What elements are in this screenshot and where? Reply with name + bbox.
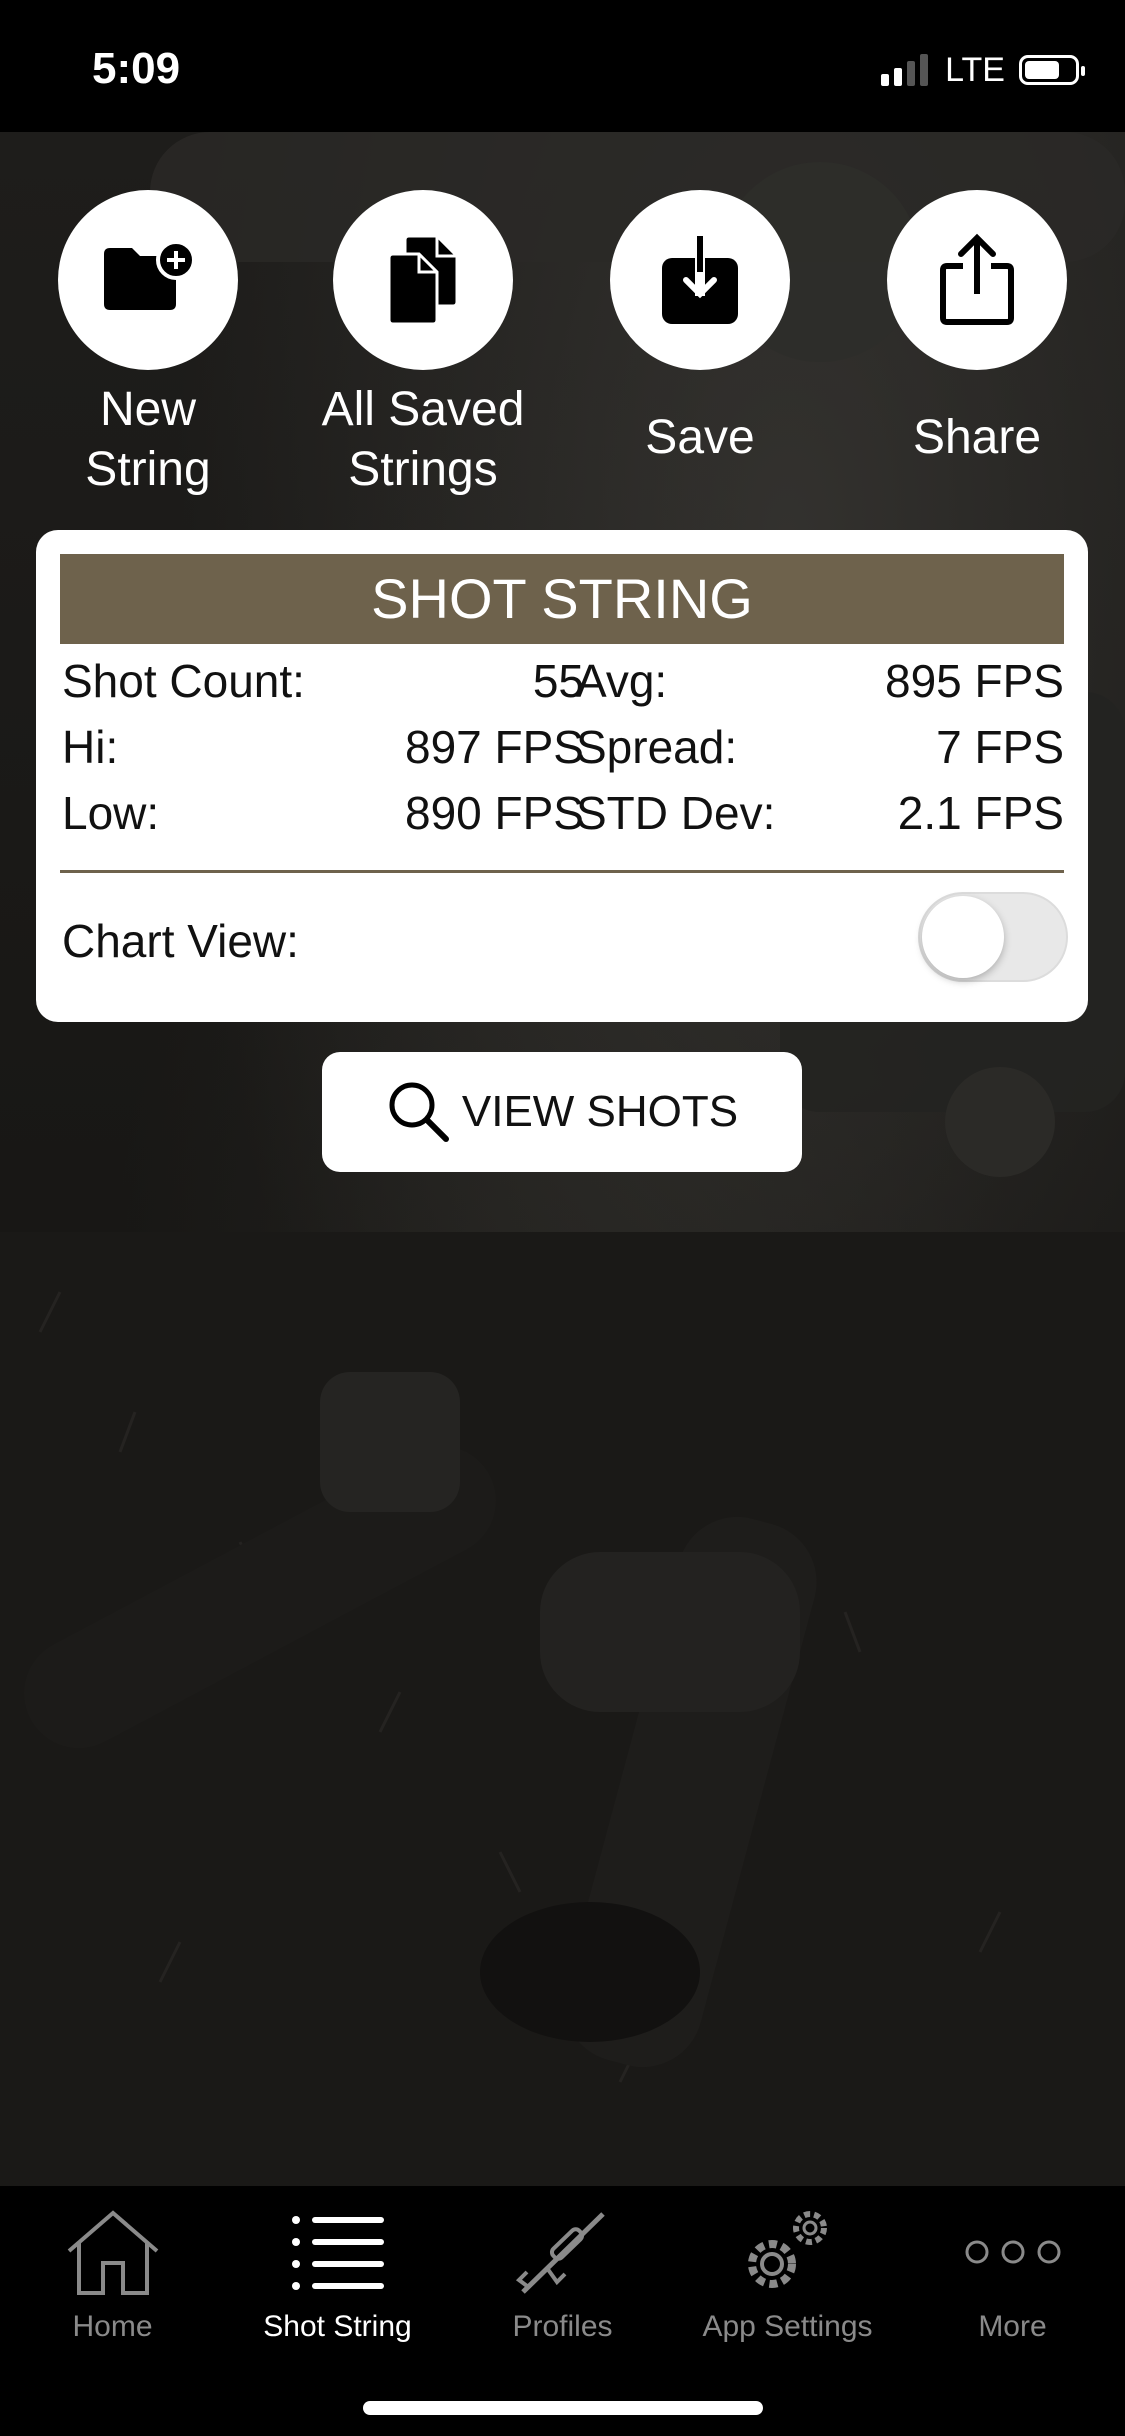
status-bar: 5:09 LTE [0, 0, 1125, 132]
tab-home[interactable]: Home [0, 2186, 225, 2346]
tab-shot-string[interactable]: Shot String [225, 2186, 450, 2346]
all-saved-strings-button[interactable]: All Saved Strings [285, 190, 561, 500]
rifle-icon [450, 2202, 675, 2302]
gears-icon [675, 2202, 900, 2302]
std-dev-value: 2.1 FPS [897, 787, 1064, 839]
hi-label: Hi: [62, 721, 119, 773]
cellular-signal-icon [881, 54, 933, 86]
toggle-knob [922, 896, 1004, 978]
battery-icon [1019, 55, 1085, 85]
network-type: LTE [945, 50, 1005, 89]
home-icon [0, 2202, 225, 2302]
low-label: Low: [62, 787, 160, 839]
avg-label: Avg: [576, 655, 668, 707]
list-icon [225, 2202, 450, 2302]
chart-view-toggle[interactable] [918, 892, 1068, 982]
home-indicator [363, 2401, 763, 2415]
tab-shot-string-label: Shot String [263, 2310, 412, 2343]
hi-value: 897 FPS [405, 721, 584, 773]
new-string-button[interactable]: New String [10, 190, 286, 500]
save-label: Save [645, 411, 755, 464]
share-button[interactable]: Share [839, 190, 1115, 468]
view-shots-label: VIEW SHOTS [461, 1087, 739, 1136]
tab-more-label: More [978, 2310, 1047, 2343]
tab-profiles-label: Profiles [512, 2310, 613, 2343]
chart-view-label: Chart View: [62, 915, 299, 967]
tab-home-label: Home [72, 2310, 153, 2343]
copy-documents-icon [333, 190, 513, 370]
avg-value: 895 FPS [885, 655, 1064, 707]
download-icon [610, 190, 790, 370]
new-string-label: New String [85, 383, 211, 496]
share-label: Share [912, 411, 1042, 464]
status-indicators: LTE [881, 50, 1085, 90]
spread-label: Spread: [576, 721, 738, 773]
tab-app-settings[interactable]: App Settings [675, 2186, 900, 2346]
save-button[interactable]: Save [562, 190, 838, 468]
tab-more[interactable]: More [900, 2186, 1125, 2346]
folder-add-icon [58, 190, 238, 370]
std-dev-label: STD Dev: [576, 787, 776, 839]
tab-app-settings-label: App Settings [702, 2310, 873, 2343]
status-time: 5:09 [92, 44, 181, 93]
view-shots-button[interactable]: VIEW SHOTS [322, 1052, 802, 1172]
spread-value: 7 FPS [936, 721, 1064, 773]
card-divider [60, 870, 1064, 873]
search-icon [389, 1082, 449, 1142]
shot-count-label: Shot Count: [62, 655, 305, 707]
tab-bar: Home Shot String Profiles App Settings M… [0, 2186, 1125, 2436]
tab-profiles[interactable]: Profiles [450, 2186, 675, 2346]
action-buttons: New String All Saved Strings Save Share [0, 190, 1125, 510]
all-saved-strings-label: All Saved Strings [321, 383, 525, 496]
shot-string-card: SHOT STRING Shot Count: 55 Avg: 895 FPS … [36, 530, 1088, 1022]
share-icon [887, 190, 1067, 370]
more-dots-icon [900, 2202, 1125, 2302]
shot-count-value: 55 [532, 655, 584, 707]
low-value: 890 FPS [405, 787, 584, 839]
card-title: SHOT STRING [60, 554, 1064, 644]
